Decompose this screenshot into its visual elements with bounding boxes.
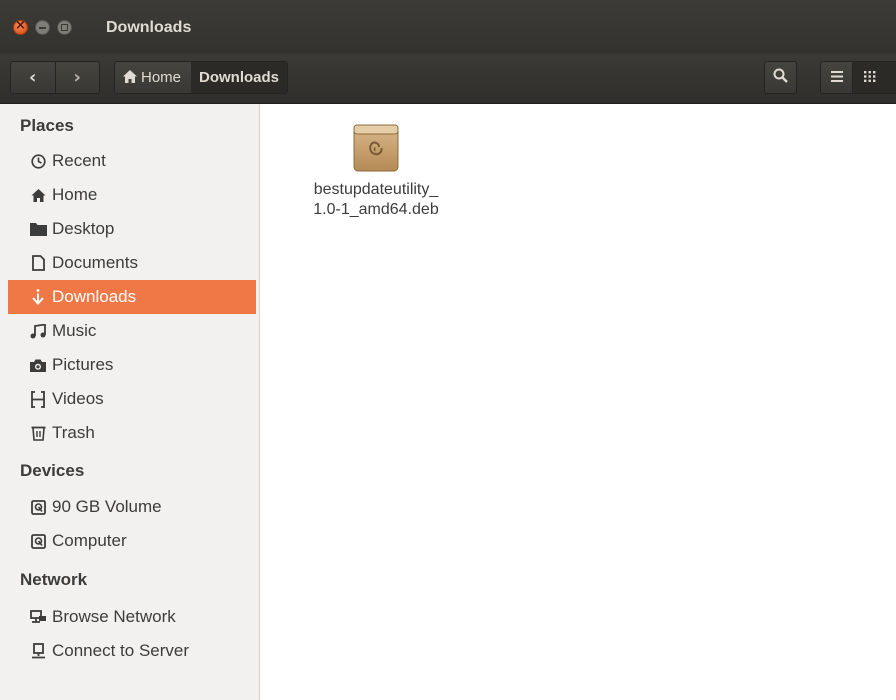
sidebar-item-label: Downloads bbox=[52, 287, 137, 306]
chevron-left-icon: ‹ bbox=[29, 67, 37, 88]
title-bar: Downloads bbox=[0, 0, 896, 54]
sidebar-item-label: Desktop bbox=[52, 219, 115, 238]
sidebar-item-label: Computer bbox=[52, 531, 127, 550]
sidebar-item-90gb-volume[interactable]: 90 GB Volume bbox=[8, 490, 256, 524]
section-header-network: Network bbox=[20, 570, 88, 589]
close-window-button[interactable] bbox=[13, 18, 28, 35]
toolbar: ‹ › Home Downloads bbox=[0, 54, 896, 104]
minimize-window-button[interactable] bbox=[35, 20, 50, 35]
music-icon bbox=[27, 323, 49, 339]
sidebar-item-label: Browse Network bbox=[52, 607, 176, 626]
file-item[interactable]: bestupdateutility_ 1.0-1_amd64.deb bbox=[284, 122, 468, 220]
debian-package-icon bbox=[353, 122, 399, 172]
sidebar-item-desktop[interactable]: Desktop bbox=[8, 212, 256, 246]
sidebar-item-label: Connect to Server bbox=[52, 641, 190, 660]
drive-icon bbox=[27, 499, 49, 515]
chevron-right-icon: › bbox=[73, 67, 81, 88]
sidebar-item-label: Recent bbox=[52, 151, 106, 170]
download-icon bbox=[27, 289, 49, 305]
sidebar-item-connect-to-server[interactable]: Connect to Server bbox=[8, 634, 256, 668]
maximize-window-button[interactable] bbox=[57, 20, 72, 35]
camera-icon bbox=[27, 359, 49, 372]
sidebar: Places Recent Home Desktop Documents Dow… bbox=[0, 104, 260, 700]
breadcrumb: Home Downloads bbox=[114, 61, 289, 94]
sidebar-item-home[interactable]: Home bbox=[8, 178, 256, 212]
search-icon bbox=[773, 68, 788, 88]
folder-icon bbox=[27, 222, 49, 236]
home-icon bbox=[123, 69, 137, 86]
navigation-buttons: ‹ › bbox=[10, 61, 100, 94]
sidebar-item-computer[interactable]: Computer bbox=[8, 524, 256, 558]
grid-icon bbox=[863, 69, 876, 87]
sidebar-item-browse-network[interactable]: Browse Network bbox=[8, 600, 256, 634]
film-icon bbox=[27, 390, 49, 408]
sidebar-item-label: Documents bbox=[52, 253, 138, 272]
trash-icon bbox=[27, 425, 49, 441]
server-icon bbox=[27, 643, 49, 659]
breadcrumb-home-label: Home bbox=[141, 69, 182, 86]
sidebar-item-label: Trash bbox=[52, 423, 95, 442]
window-title: Downloads bbox=[106, 19, 192, 36]
breadcrumb-downloads[interactable]: Downloads bbox=[191, 62, 288, 93]
list-view-button[interactable] bbox=[820, 61, 853, 94]
clock-icon bbox=[27, 153, 49, 169]
sidebar-item-documents[interactable]: Documents bbox=[8, 246, 256, 280]
network-icon bbox=[27, 609, 49, 625]
file-name: bestupdateutility_ 1.0-1_amd64.deb bbox=[284, 180, 468, 220]
sidebar-item-label: Videos bbox=[52, 389, 104, 408]
sidebar-item-label: Home bbox=[52, 185, 98, 204]
search-button[interactable] bbox=[764, 61, 797, 94]
sidebar-item-downloads[interactable]: Downloads bbox=[8, 280, 256, 314]
forward-button[interactable]: › bbox=[54, 62, 100, 93]
sidebar-item-music[interactable]: Music bbox=[8, 314, 256, 348]
sidebar-item-label: Music bbox=[52, 321, 97, 340]
section-header-places: Places bbox=[20, 116, 74, 135]
back-button[interactable]: ‹ bbox=[11, 62, 55, 93]
drive-icon bbox=[27, 533, 49, 549]
breadcrumb-home[interactable]: Home bbox=[115, 62, 191, 93]
section-header-devices: Devices bbox=[20, 461, 85, 480]
file-view[interactable]: bestupdateutility_ 1.0-1_amd64.deb bbox=[260, 104, 896, 700]
breadcrumb-downloads-label: Downloads bbox=[199, 69, 280, 86]
sidebar-item-pictures[interactable]: Pictures bbox=[8, 348, 256, 382]
document-icon bbox=[27, 255, 49, 271]
home-icon bbox=[27, 188, 49, 202]
sidebar-item-trash[interactable]: Trash bbox=[8, 416, 256, 450]
list-icon bbox=[830, 69, 843, 87]
sidebar-item-label: 90 GB Volume bbox=[52, 497, 162, 516]
sidebar-item-label: Pictures bbox=[52, 355, 114, 374]
sidebar-item-recent[interactable]: Recent bbox=[8, 144, 256, 178]
file-name-line-2: 1.0-1_amd64.deb bbox=[313, 201, 439, 218]
sidebar-item-videos[interactable]: Videos bbox=[8, 382, 256, 416]
grid-view-button[interactable] bbox=[852, 61, 896, 94]
file-name-line-1: bestupdateutility_ bbox=[313, 181, 439, 198]
